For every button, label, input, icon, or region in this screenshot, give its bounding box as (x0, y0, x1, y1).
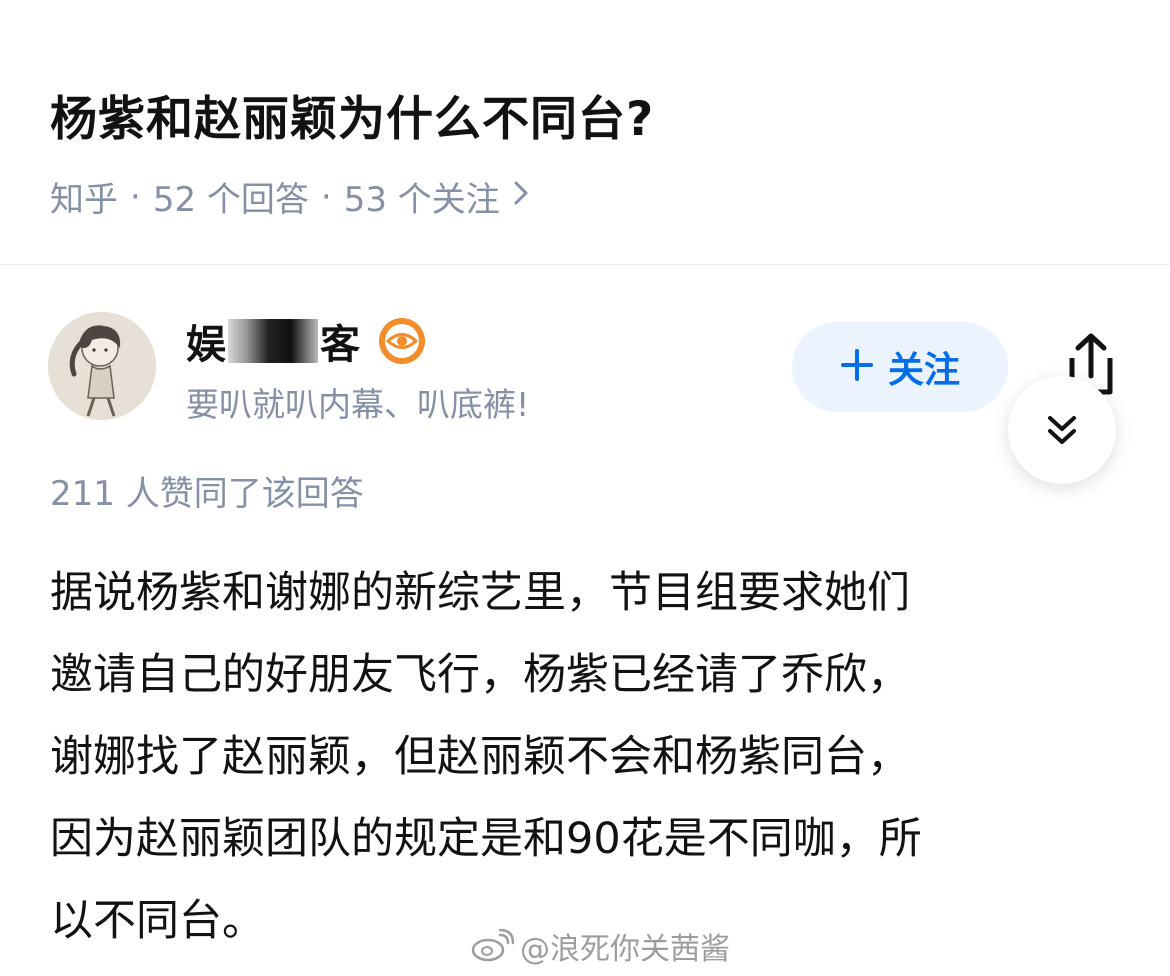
followers-count: 53 个关注 (343, 180, 500, 220)
answers-count: 52 个回答 (152, 180, 309, 220)
meta-separator: · (130, 176, 141, 217)
question-meta[interactable]: 知乎 · 52 个回答 · 53 个关注 (50, 172, 530, 221)
source-label: 知乎 (50, 180, 118, 220)
author-bio: 要叭就叭内幕、叭底裤! (186, 385, 530, 424)
collapse-button[interactable] (1008, 376, 1116, 484)
question-title[interactable]: 杨紫和赵丽颖为什么不同台? (50, 80, 654, 149)
section-divider (0, 264, 1170, 265)
meta-separator: · (320, 176, 332, 217)
answer-line: 因为赵丽颖团队的规定是和90花是不同咖，所 (50, 814, 922, 864)
chevron-right-icon (512, 178, 530, 216)
author-name-start: 娱 (186, 322, 226, 368)
answer-page: 杨紫和赵丽颖为什么不同台? 知乎 · 52 个回答 · 53 个关注 娱 客 要… (0, 0, 1170, 976)
answer-line: 据说杨紫和谢娜的新综艺里，节目组要求她们 (50, 568, 910, 618)
eye-badge-icon (378, 317, 426, 365)
answer-line: 邀请自己的好朋友飞行，杨紫已经请了乔欣， (50, 650, 910, 700)
author-name-end: 客 (320, 322, 360, 368)
watermark: @浪死你关茜酱 (470, 924, 730, 968)
answer-body[interactable]: 据说杨紫和谢娜的新综艺里，节目组要求她们 邀请自己的好朋友飞行，杨紫已经请了乔欣… (50, 552, 1130, 962)
follow-button[interactable]: 关注 (792, 322, 1008, 412)
follow-label: 关注 (887, 350, 960, 391)
answer-line: 谢娜找了赵丽颖，但赵丽颖不会和杨紫同台， (50, 732, 910, 782)
plus-icon (840, 342, 874, 393)
vote-count: 211 人赞同了该回答 (50, 474, 364, 514)
weibo-icon (471, 929, 514, 962)
author-avatar[interactable] (48, 312, 156, 420)
watermark-text: @浪死你关茜酱 (520, 932, 730, 967)
double-chevron-down-icon (1048, 416, 1076, 444)
author-name[interactable]: 娱 客 (186, 312, 426, 370)
name-redaction (228, 319, 318, 363)
